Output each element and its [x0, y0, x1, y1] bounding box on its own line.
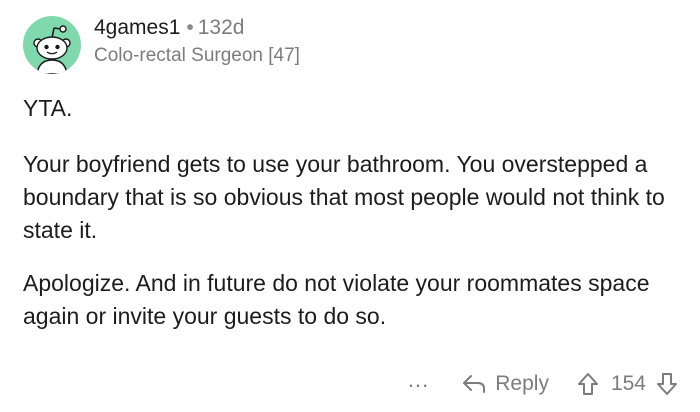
reply-arrow-icon: [463, 375, 486, 393]
vote-count: 154: [610, 372, 646, 395]
meta-separator: •: [186, 16, 194, 39]
reply-button[interactable]: Reply: [461, 372, 549, 396]
comment-paragraph: YTA.: [23, 95, 73, 121]
comment-card: 4games1 • 132d Colo-rectal Surgeon [47] YT…: [0, 0, 700, 412]
upvote-arrow-icon[interactable]: [577, 372, 599, 396]
comment-paragraph: Your boyfriend gets to use your bathroom…: [23, 151, 665, 243]
downvote-arrow-icon[interactable]: [656, 372, 678, 396]
snoo-avatar-icon: [33, 25, 71, 74]
reply-label: Reply: [495, 372, 549, 395]
comment-paragraph: Apologize. And in future do not violate …: [23, 270, 650, 329]
more-options-button[interactable]: ...: [408, 369, 429, 391]
comment-body: YTA. Your boyfriend gets to use your bat…: [23, 92, 683, 333]
user-flair: Colo-rectal Surgeon [47]: [94, 45, 300, 66]
comment-actions: ... Reply 154: [408, 366, 678, 402]
comment-age: 132d: [197, 16, 245, 39]
author-username[interactable]: 4games1: [94, 16, 180, 39]
user-avatar[interactable]: [23, 16, 81, 74]
comment-header: 4games1 • 132d: [94, 16, 244, 40]
vote-controls: 154: [577, 372, 678, 396]
